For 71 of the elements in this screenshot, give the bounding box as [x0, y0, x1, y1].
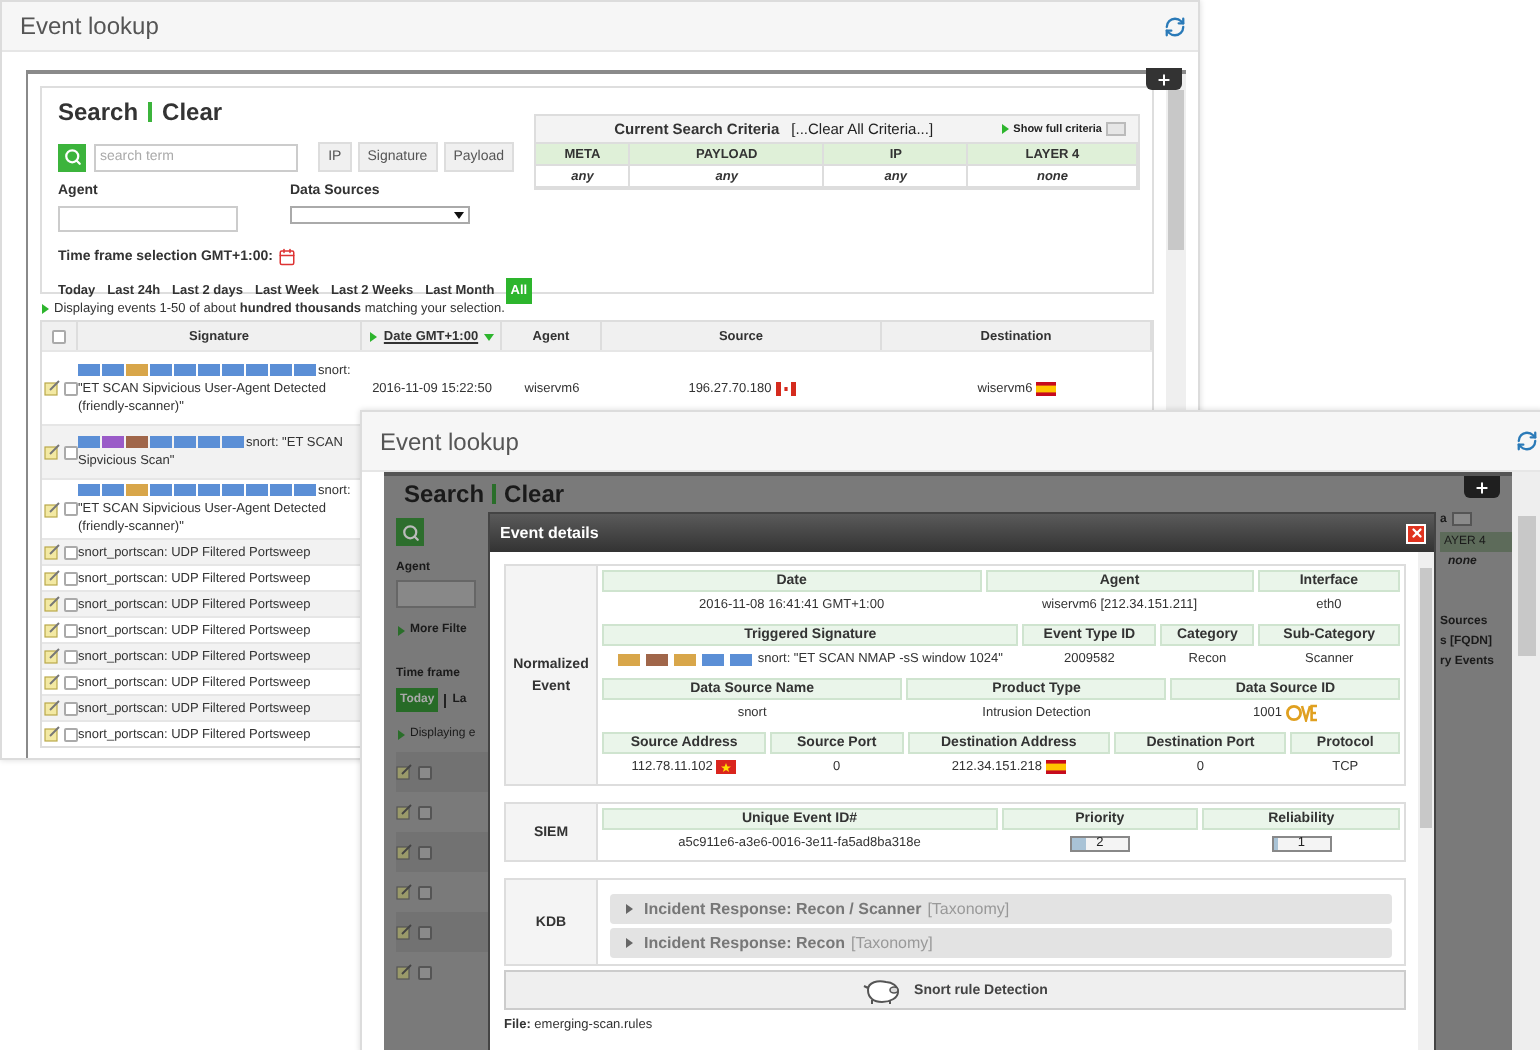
add-button[interactable] [1146, 68, 1182, 90]
row-checkbox[interactable] [418, 965, 432, 979]
note-icon[interactable] [43, 596, 59, 612]
triangle-icon [40, 304, 50, 314]
row-checkbox[interactable] [63, 649, 77, 663]
note-icon[interactable] [396, 924, 412, 940]
window-title: Event lookup [380, 427, 519, 455]
note-icon[interactable] [396, 804, 412, 820]
close-button[interactable] [1406, 523, 1426, 543]
caret-icon [454, 210, 464, 220]
note-icon[interactable] [396, 844, 412, 860]
sort-up-icon [367, 331, 378, 341]
note-icon[interactable] [43, 544, 59, 560]
row-checkbox[interactable] [63, 623, 77, 637]
row-checkbox[interactable] [63, 675, 77, 689]
select-all-checkbox[interactable] [52, 329, 66, 343]
toggle-icon[interactable] [1106, 122, 1126, 136]
note-icon[interactable] [396, 884, 412, 900]
row-checkbox[interactable] [63, 545, 77, 559]
note-icon[interactable] [43, 622, 59, 638]
plus-icon [1156, 71, 1172, 87]
data-sources-select[interactable] [290, 206, 470, 224]
note-icon[interactable] [396, 964, 412, 980]
row-checkbox[interactable] [418, 805, 432, 819]
dialog-title: Event details [500, 524, 599, 542]
sort-down-icon [484, 331, 495, 341]
row-checkbox[interactable] [63, 597, 77, 611]
search-link[interactable]: Search [58, 98, 139, 126]
close-icon [1409, 526, 1423, 540]
search-button[interactable] [58, 143, 86, 171]
refresh-icon[interactable] [1516, 430, 1538, 452]
note-icon[interactable] [396, 764, 412, 780]
row-checkbox[interactable] [63, 502, 77, 516]
row-checkbox[interactable] [418, 845, 432, 859]
row-checkbox[interactable] [63, 701, 77, 715]
triangle-icon [999, 124, 1010, 134]
search-icon [63, 148, 81, 166]
search-button[interactable] [396, 518, 424, 546]
toggle-icon[interactable] [1452, 512, 1473, 526]
search-icon [401, 523, 419, 541]
row-checkbox[interactable] [63, 381, 77, 395]
row-checkbox[interactable] [418, 885, 432, 899]
note-icon[interactable] [43, 444, 59, 460]
note-icon[interactable] [43, 501, 59, 517]
scrollbar[interactable] [1418, 552, 1434, 1050]
triangle-icon [396, 625, 406, 635]
row-checkbox[interactable] [63, 727, 77, 741]
row-checkbox[interactable] [418, 925, 432, 939]
window-title: Event lookup [20, 12, 159, 40]
row-checkbox[interactable] [418, 765, 432, 779]
note-icon[interactable] [43, 570, 59, 586]
clear-link[interactable]: Clear [162, 98, 223, 126]
refresh-icon[interactable] [1164, 15, 1186, 37]
calendar-icon[interactable] [278, 248, 297, 266]
scrollbar[interactable] [1512, 472, 1540, 1050]
pig-icon [862, 977, 903, 1003]
triangle-icon [396, 729, 406, 739]
note-icon[interactable] [43, 726, 59, 742]
note-icon[interactable] [43, 700, 59, 716]
row-checkbox[interactable] [63, 445, 77, 459]
expand-icon [624, 938, 634, 948]
search-link[interactable]: Search [404, 480, 485, 508]
row-checkbox[interactable] [63, 571, 77, 585]
note-icon[interactable] [43, 380, 59, 396]
note-icon[interactable] [43, 648, 59, 664]
add-button[interactable] [1464, 476, 1500, 498]
clear-link[interactable]: Clear [504, 480, 565, 508]
expand-icon [624, 904, 634, 914]
agent-field[interactable] [396, 580, 476, 608]
plus-icon [1474, 479, 1490, 495]
note-icon[interactable] [43, 674, 59, 690]
